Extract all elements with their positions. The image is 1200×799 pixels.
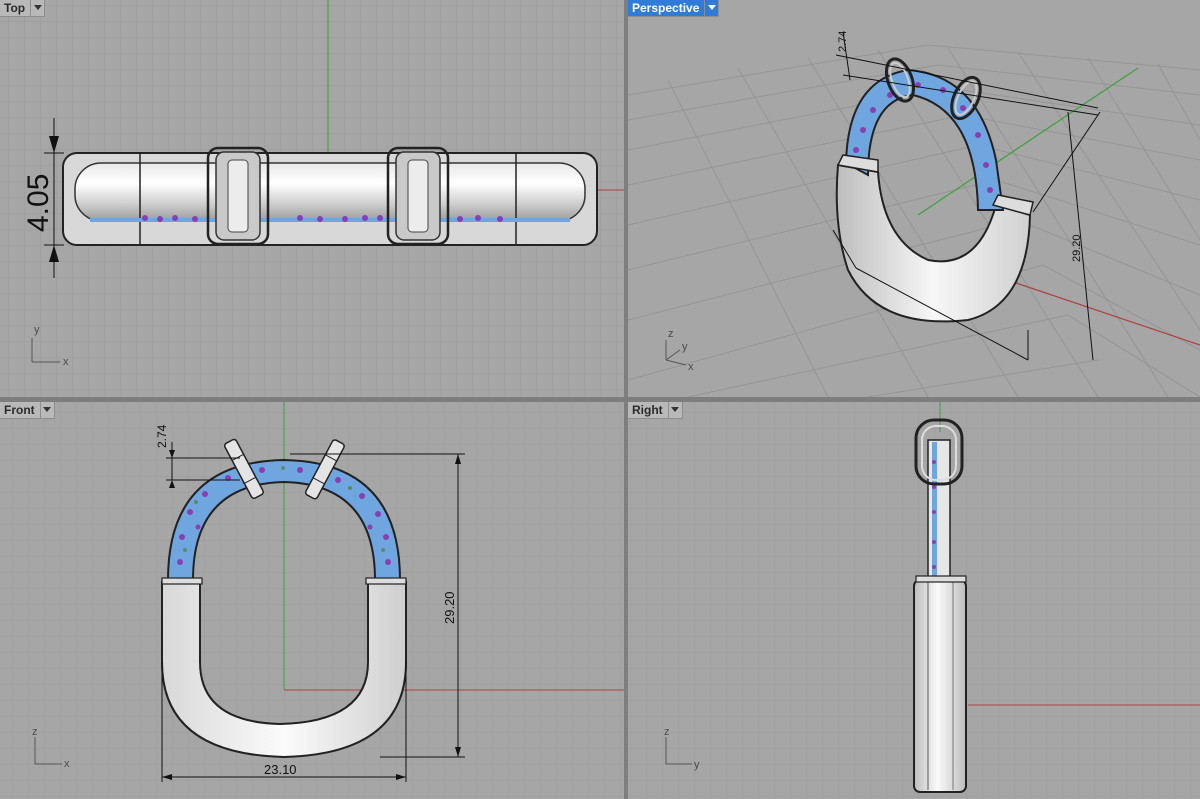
tab-perspective[interactable]: Perspective [628, 0, 720, 17]
dimension-persp-height-label: 29.20 [1071, 234, 1083, 262]
dimension-persp-bail-label: 2.74 [837, 31, 849, 52]
chevron-down-icon[interactable] [668, 402, 683, 419]
viewport-front-label: Front [0, 402, 41, 419]
viewport-top[interactable]: 4.05 y x Top [0, 0, 624, 397]
viewport-perspective[interactable]: 2.74 29.20 z y x Perspective [628, 0, 1200, 397]
tab-front[interactable]: Front [0, 402, 55, 419]
chevron-down-icon[interactable] [40, 402, 55, 419]
viewport-right-label: Right [628, 402, 669, 419]
ring-top-view [62, 146, 598, 246]
dimension-front-bail-label: 2.74 [155, 424, 169, 448]
axis-label-y: y [682, 341, 688, 353]
viewport-right[interactable]: z y Right [628, 402, 1200, 799]
tab-top[interactable]: Top [0, 0, 46, 17]
ring-perspective-view [835, 57, 1034, 323]
right-view-scene: z y [628, 402, 1200, 799]
axis-label-y: y [34, 324, 40, 336]
perspective-view-scene: 2.74 29.20 z y x [628, 31, 1200, 397]
viewport-perspective-label: Perspective [628, 0, 706, 17]
dimension-top-height-label: 4.05 [22, 174, 55, 232]
axis-label-z: z [32, 726, 38, 738]
axis-label-y: y [694, 759, 700, 771]
axis-label-x: x [688, 361, 694, 373]
top-view-scene: 4.05 y x [0, 0, 624, 397]
axis-label-z: z [668, 328, 674, 340]
viewport-top-label: Top [0, 0, 32, 17]
axis-label-x: x [64, 758, 70, 770]
chevron-down-icon[interactable] [31, 0, 46, 17]
axis-widget-perspective: z y x [665, 328, 694, 373]
perspective-grid [628, 44, 1200, 397]
tab-right[interactable]: Right [628, 402, 683, 419]
viewport-front[interactable]: 2.74 29.20 23.10 z x Front [0, 402, 624, 799]
dimension-front-height-label: 29.20 [442, 591, 457, 624]
dimension-front-width-label: 23.10 [264, 762, 297, 777]
chevron-down-icon[interactable] [705, 0, 720, 17]
axis-label-x: x [63, 356, 69, 368]
axis-label-z: z [664, 726, 670, 738]
front-view-scene: 2.74 29.20 23.10 z x [0, 402, 624, 799]
